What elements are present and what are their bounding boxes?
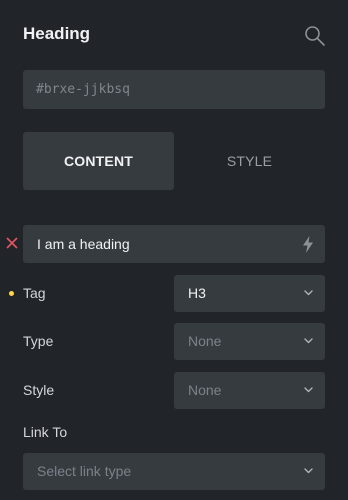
chevron-down-icon [304, 338, 313, 344]
chevron-down-icon [304, 290, 313, 296]
element-id-field[interactable]: #brxe-jjkbsq [23, 70, 325, 109]
element-settings-panel: Heading #brxe-jjkbsq CONTENT STYLE I am … [0, 0, 348, 500]
chevron-down-icon [304, 468, 313, 474]
link-type-placeholder: Select link type [37, 463, 132, 479]
style-select[interactable]: None [174, 372, 325, 409]
chevron-down-icon [304, 387, 313, 393]
panel-title: Heading [23, 24, 91, 43]
heading-text-value: I am a heading [37, 236, 130, 252]
link-type-select[interactable]: Select link type [23, 453, 325, 490]
tag-label: Tag [23, 285, 46, 301]
heading-text-input[interactable]: I am a heading [23, 225, 325, 263]
tag-modified-indicator [9, 291, 14, 296]
tag-select[interactable]: H3 [174, 275, 325, 312]
tag-select-value: H3 [188, 285, 206, 301]
style-label: Style [23, 382, 55, 398]
style-select-placeholder: None [188, 382, 222, 398]
type-select-placeholder: None [188, 333, 222, 349]
tab-style[interactable]: STYLE [174, 132, 325, 190]
link-to-label: Link To [23, 424, 68, 440]
reset-text-icon[interactable] [6, 237, 18, 249]
dynamic-data-bolt-icon[interactable] [302, 236, 314, 253]
type-select[interactable]: None [174, 323, 325, 360]
type-label: Type [23, 333, 54, 349]
tab-content[interactable]: CONTENT [23, 132, 174, 190]
search-icon[interactable] [304, 25, 326, 47]
